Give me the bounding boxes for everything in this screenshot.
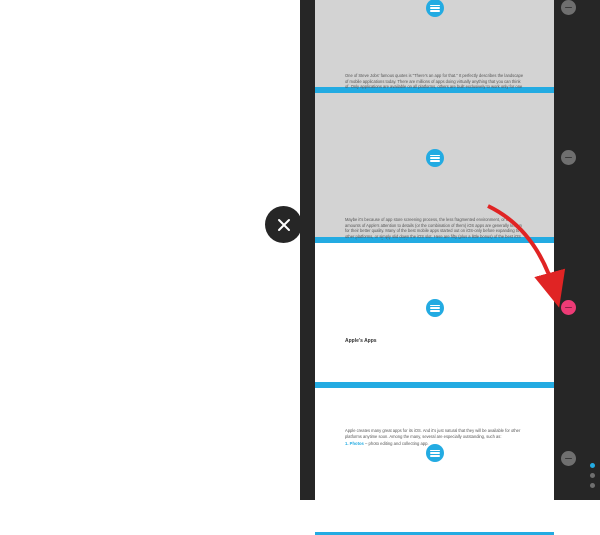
page-dot-2 xyxy=(590,473,595,478)
drag-handle-3[interactable] xyxy=(426,299,444,317)
page-dot-3 xyxy=(590,483,595,488)
minus-icon xyxy=(565,458,572,460)
remove-section-3[interactable] xyxy=(561,300,576,315)
drag-icon xyxy=(430,450,440,457)
list-item-title: Photos xyxy=(350,441,364,446)
section-3-heading: Apple's Apps xyxy=(345,338,377,344)
drag-handle-2[interactable] xyxy=(426,149,444,167)
list-item-number: 1. xyxy=(345,441,349,446)
close-button[interactable] xyxy=(265,206,302,243)
minus-icon xyxy=(565,7,572,9)
drag-handle-4[interactable] xyxy=(426,444,444,462)
drag-icon xyxy=(430,155,440,162)
close-icon xyxy=(277,218,291,232)
remove-section-1[interactable] xyxy=(561,0,576,15)
drag-icon xyxy=(430,5,440,12)
editor-stage: One of Steve Jobs' famous quotes is "The… xyxy=(300,0,600,500)
minus-icon xyxy=(565,157,572,159)
minus-icon xyxy=(565,307,572,309)
drag-icon xyxy=(430,305,440,312)
document-preview: One of Steve Jobs' famous quotes is "The… xyxy=(315,0,554,535)
remove-section-2[interactable] xyxy=(561,150,576,165)
remove-section-4[interactable] xyxy=(561,451,576,466)
list-item-rest: – photo editing and collecting app. xyxy=(364,441,429,446)
section-4-text: Apple creates many great apps for its iO… xyxy=(345,428,524,439)
page-dot-1 xyxy=(590,463,595,468)
page-indicator[interactable] xyxy=(590,463,595,488)
